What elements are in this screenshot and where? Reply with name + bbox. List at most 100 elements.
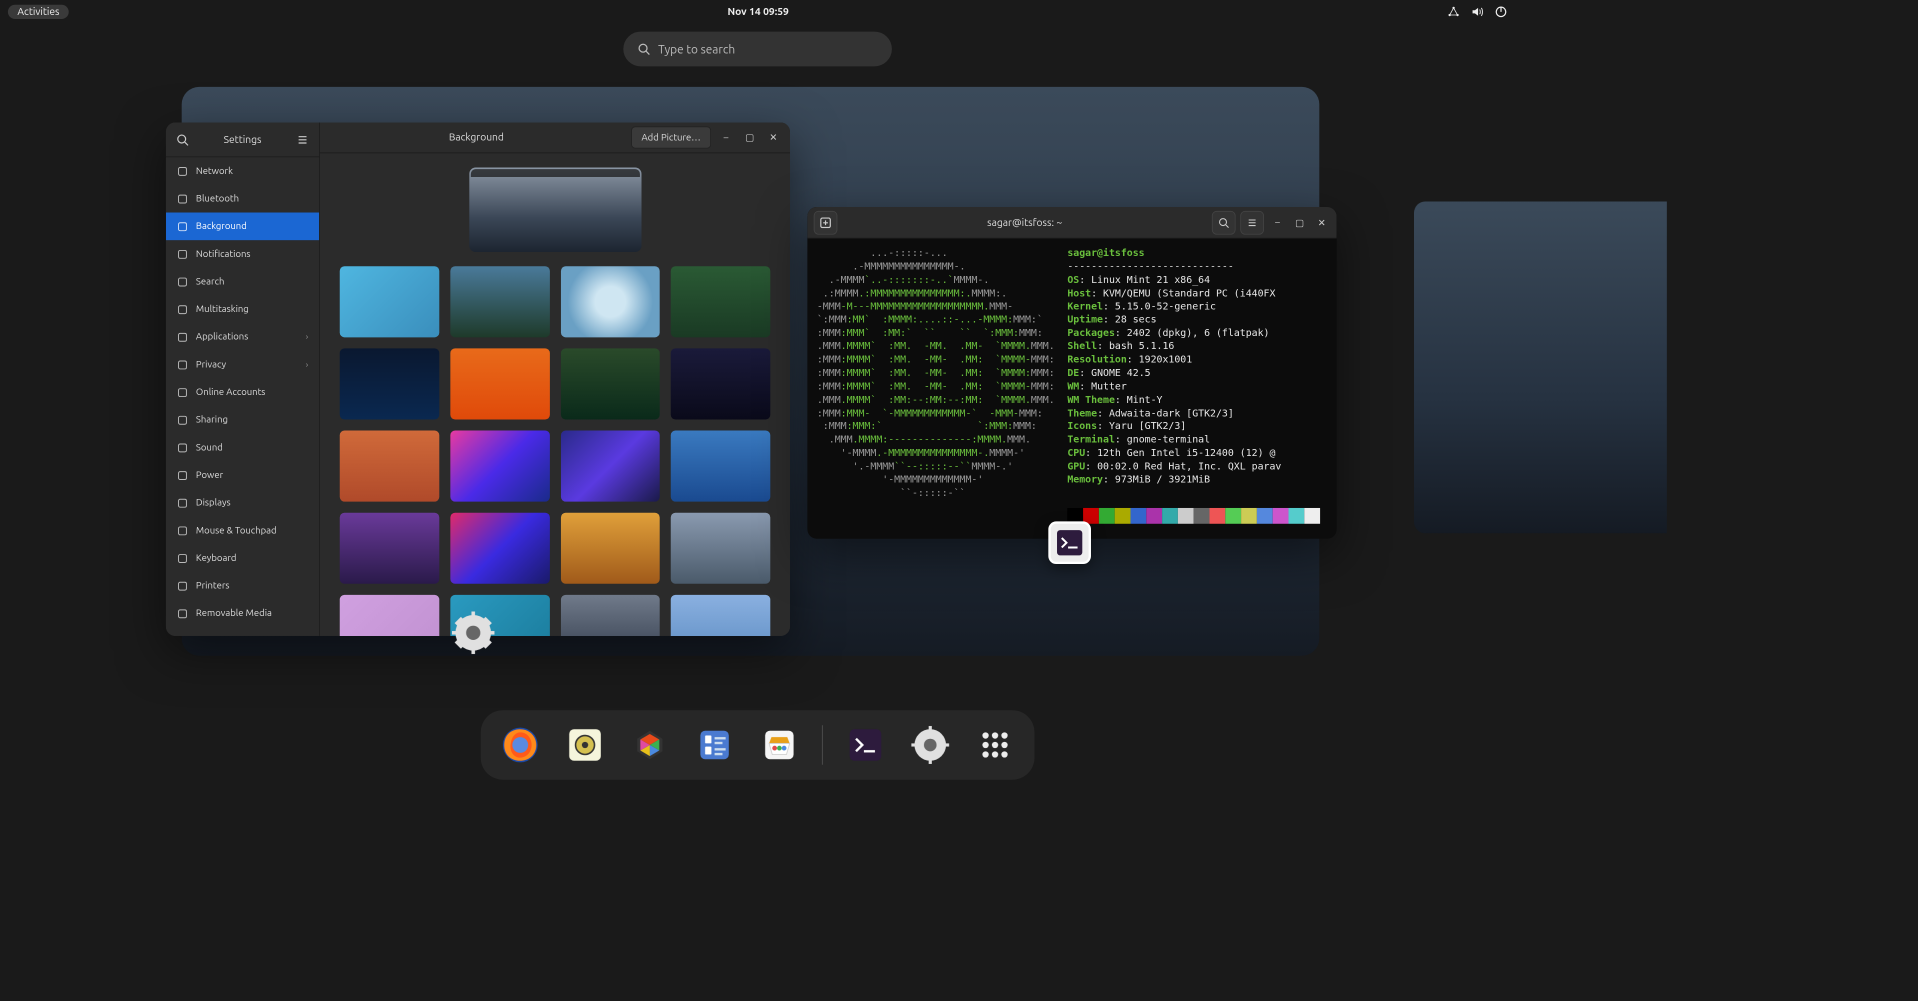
wallpaper-thumb[interactable]: [340, 348, 439, 419]
sidebar-item-power[interactable]: Power: [166, 461, 319, 489]
sidebar-item-applications[interactable]: Applications ›: [166, 323, 319, 351]
settings-window[interactable]: Settings NetworkBluetoothBackgroundNotif…: [166, 122, 790, 636]
overview-search[interactable]: Type to search: [623, 32, 892, 67]
neofetch-row: Icons: Yaru [GTK2/3]: [1067, 420, 1320, 433]
dock-software[interactable]: [757, 723, 801, 767]
printer-icon: [177, 580, 188, 591]
sidebar-item-label: Sound: [196, 442, 223, 452]
settings-maximize-button[interactable]: ▢: [741, 129, 758, 146]
wallpaper-thumb[interactable]: [671, 348, 770, 419]
neofetch-row: DE: GNOME 42.5: [1067, 366, 1320, 379]
dock-separator: [822, 725, 823, 765]
neofetch-row: CPU: 12th Gen Intel i5-12400 (12) @: [1067, 446, 1320, 459]
settings-minimize-button[interactable]: –: [717, 129, 734, 146]
wallpaper-thumb[interactable]: [671, 513, 770, 584]
add-picture-button[interactable]: Add Picture…: [631, 126, 711, 148]
mouse-icon: [177, 525, 188, 536]
terminal-window-badge-icon: [1048, 521, 1091, 564]
dock-files[interactable]: [692, 723, 736, 767]
sidebar-item-removable-media[interactable]: Removable Media: [166, 600, 319, 628]
activities-button[interactable]: Activities: [8, 5, 69, 19]
wallpaper-thumb[interactable]: [450, 431, 549, 502]
keyboard-icon: [177, 553, 188, 564]
wallpaper-thumb[interactable]: [450, 348, 549, 419]
wallpaper-thumb[interactable]: [671, 266, 770, 337]
wallpaper-thumb[interactable]: [561, 348, 660, 419]
sidebar-item-online-accounts[interactable]: Online Accounts: [166, 378, 319, 406]
terminal-close-button[interactable]: ✕: [1313, 214, 1330, 231]
network-tray-icon[interactable]: [1447, 6, 1460, 19]
terminal-maximize-button[interactable]: ▢: [1291, 214, 1308, 231]
sidebar-item-background[interactable]: Background: [166, 213, 319, 241]
wallpaper-thumb[interactable]: [561, 431, 660, 502]
wallpaper-thumb[interactable]: [561, 595, 660, 636]
chevron-right-icon: ›: [306, 333, 308, 342]
wallpaper-thumb[interactable]: [450, 266, 549, 337]
terminal-title: sagar@itsfoss: ~: [842, 217, 1207, 228]
terminal-minimize-button[interactable]: –: [1269, 214, 1286, 231]
sidebar-item-label: Online Accounts: [196, 387, 266, 397]
share-icon: [177, 414, 188, 425]
terminal-body[interactable]: ...-:::::-... .-MMMMMMMMMMMMMMM-. .-MMMM…: [807, 239, 1336, 539]
sidebar-item-label: Applications: [196, 332, 248, 342]
sidebar-item-label: Mouse & Touchpad: [196, 525, 277, 535]
neofetch-row: WM: Mutter: [1067, 380, 1320, 393]
chevron-right-icon: ›: [306, 360, 308, 369]
neofetch-row: Uptime: 28 secs: [1067, 313, 1320, 326]
settings-search-button[interactable]: [174, 131, 191, 148]
dock-settings[interactable]: [908, 723, 952, 767]
sidebar-item-sharing[interactable]: Sharing: [166, 406, 319, 434]
dock-rhythmbox[interactable]: [563, 723, 607, 767]
background-icon: [177, 221, 188, 232]
volume-tray-icon[interactable]: [1471, 6, 1484, 19]
sidebar-item-sound[interactable]: Sound: [166, 434, 319, 462]
neofetch-row: OS: Linux Mint 21 x86_64: [1067, 273, 1320, 286]
terminal-new-tab-button[interactable]: [814, 211, 838, 235]
sidebar-item-printers[interactable]: Printers: [166, 572, 319, 600]
power-tray-icon[interactable]: [1495, 6, 1508, 19]
sidebar-item-label: Removable Media: [196, 608, 272, 618]
neofetch-row: WM Theme: Mint-Y: [1067, 393, 1320, 406]
neofetch-row: Kernel: 5.15.0-52-generic: [1067, 300, 1320, 313]
power-icon: [177, 470, 188, 481]
wallpaper-thumb[interactable]: [340, 513, 439, 584]
cloud-icon: [177, 387, 188, 398]
sidebar-item-network[interactable]: Network: [166, 157, 319, 185]
wallpaper-thumb[interactable]: [340, 431, 439, 502]
neofetch-ascii: ...-:::::-... .-MMMMMMMMMMMMMMM-. .-MMMM…: [817, 246, 1055, 530]
sidebar-item-label: Sharing: [196, 415, 228, 425]
wallpaper-thumb[interactable]: [561, 513, 660, 584]
wallpaper-thumb[interactable]: [340, 595, 439, 636]
sidebar-item-notifications[interactable]: Notifications: [166, 240, 319, 268]
wallpaper-thumb[interactable]: [671, 431, 770, 502]
display-icon: [177, 497, 188, 508]
wallpaper-thumb[interactable]: [671, 595, 770, 636]
sidebar-item-displays[interactable]: Displays: [166, 489, 319, 517]
settings-sidebar-title: Settings: [224, 134, 262, 145]
dock-firefox[interactable]: [498, 723, 542, 767]
dock-terminal[interactable]: [843, 723, 887, 767]
bell-icon: [177, 248, 188, 259]
terminal-search-button[interactable]: [1212, 211, 1236, 235]
multitask-icon: [177, 304, 188, 315]
dock-photos[interactable]: [628, 723, 672, 767]
settings-hamburger-button[interactable]: [294, 131, 311, 148]
sidebar-item-privacy[interactable]: Privacy›: [166, 351, 319, 379]
neofetch-row: Shell: bash 5.1.16: [1067, 340, 1320, 353]
terminal-menu-button[interactable]: [1240, 211, 1264, 235]
sidebar-item-bluetooth[interactable]: Bluetooth: [166, 185, 319, 213]
wallpaper-thumb[interactable]: [340, 266, 439, 337]
bluetooth-icon: [177, 193, 188, 204]
terminal-window[interactable]: sagar@itsfoss: ~ – ▢ ✕ ...-:::::-... .-M…: [807, 207, 1336, 539]
search-icon: [177, 276, 188, 287]
wallpaper-thumb[interactable]: [450, 513, 549, 584]
dock-apps-grid[interactable]: [973, 723, 1017, 767]
sidebar-item-multitasking[interactable]: Multitasking: [166, 295, 319, 323]
sidebar-item-search[interactable]: Search: [166, 268, 319, 296]
sidebar-item-mouse-touchpad[interactable]: Mouse & Touchpad: [166, 517, 319, 545]
settings-close-button[interactable]: ✕: [765, 129, 782, 146]
clock[interactable]: Nov 14 09:59: [727, 6, 788, 17]
workspace-preview-next[interactable]: [1414, 201, 1667, 533]
sidebar-item-keyboard[interactable]: Keyboard: [166, 544, 319, 572]
wallpaper-thumb[interactable]: [561, 266, 660, 337]
